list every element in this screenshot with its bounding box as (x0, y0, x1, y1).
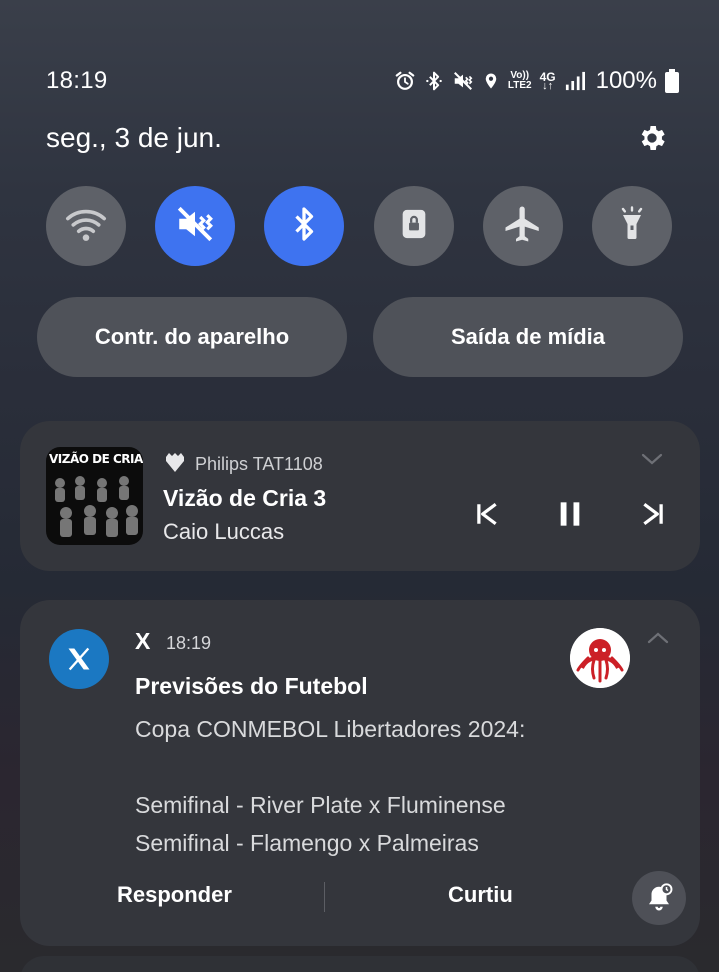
media-player-card[interactable]: VIZÃO DE CRIA 3 Philips TAT1108 Vizão de… (20, 421, 700, 571)
wifi-icon (64, 204, 108, 249)
notification-actions: Responder Curtiu (20, 868, 700, 928)
next-notification-card[interactable] (20, 956, 700, 972)
battery-icon (665, 69, 679, 93)
status-icons: Vo)) LTE2 4G ↓↑ 100% (394, 67, 679, 95)
lte-label: LTE2 (507, 80, 532, 91)
reply-button[interactable]: Responder (117, 882, 232, 908)
bluetooth-icon (424, 70, 444, 92)
date-label: seg., 3 de jun. (46, 122, 222, 153)
notification-body: Copa CONMEBOL Libertadores 2024: Semifin… (135, 710, 525, 862)
notification-body-line (135, 748, 525, 786)
media-output-device[interactable]: Philips TAT1108 (163, 451, 323, 478)
notification-body-line: Copa CONMEBOL Libertadores 2024: (135, 716, 526, 742)
airplane-icon (502, 203, 544, 250)
action-divider (324, 882, 325, 912)
headphones-icon (163, 451, 187, 478)
album-art-figures (55, 476, 138, 537)
chevron-up-icon[interactable] (646, 630, 670, 651)
status-bar: 18:19 Vo)) LTE2 4G ↓↑ 100% (46, 66, 679, 96)
notification-app-name: X (135, 628, 151, 654)
data-arrows-icon: 4G ↓↑ (539, 69, 556, 92)
device-control-button[interactable]: Contr. do aparelho (37, 297, 347, 377)
media-controls (470, 499, 670, 529)
notification-body-line: Semifinal - River Plate x Fluminense (135, 792, 506, 818)
volte-icon: Vo)) LTE2 (508, 71, 532, 91)
signal-icon (564, 71, 586, 91)
album-art: VIZÃO DE CRIA 3 (46, 447, 143, 545)
x-app-icon (49, 629, 109, 689)
media-device-label: Philips TAT1108 (195, 454, 323, 474)
vibrate-icon (452, 70, 474, 92)
rotation-lock-toggle[interactable] (373, 186, 454, 266)
bluetooth-icon (286, 204, 322, 249)
previous-track-icon[interactable] (470, 497, 504, 531)
notification-card[interactable]: X 18:19 Previsões do Futebol Copa CONMEB… (20, 600, 700, 946)
avatar (570, 628, 630, 688)
pause-icon[interactable] (553, 497, 587, 531)
next-track-icon[interactable] (636, 497, 670, 531)
notification-title: Previsões do Futebol (135, 673, 368, 699)
notification-time: 18:19 (166, 633, 212, 653)
vibrate-toggle[interactable] (155, 186, 236, 266)
quick-toggles (46, 186, 672, 266)
bluetooth-toggle[interactable] (264, 186, 345, 266)
flashlight-icon (614, 203, 650, 250)
chevron-down-icon[interactable] (640, 451, 664, 472)
battery-percent: 100% (595, 67, 657, 94)
status-time: 18:19 (46, 67, 108, 94)
like-button[interactable]: Curtiu (448, 882, 513, 908)
notification-body-line: Semifinal - Flamengo x Palmeiras (135, 830, 479, 856)
location-icon (482, 70, 500, 92)
wifi-toggle[interactable] (46, 186, 126, 266)
media-output-button[interactable]: Saída de mídia (373, 297, 683, 377)
media-track-title: Vizão de Cria 3 (163, 485, 327, 511)
alarm-icon (394, 70, 416, 92)
date-row: seg., 3 de jun. (46, 118, 669, 158)
quick-panel-pills: Contr. do aparelho Saída de mídia (37, 297, 683, 377)
flashlight-toggle[interactable] (591, 186, 672, 266)
settings-gear-icon[interactable] (635, 121, 669, 155)
notification-bell-icon[interactable] (632, 871, 686, 925)
airplane-toggle[interactable] (482, 186, 563, 266)
lock-icon (397, 205, 431, 248)
vibrate-icon (174, 203, 216, 250)
media-track-artist: Caio Luccas (163, 519, 285, 544)
